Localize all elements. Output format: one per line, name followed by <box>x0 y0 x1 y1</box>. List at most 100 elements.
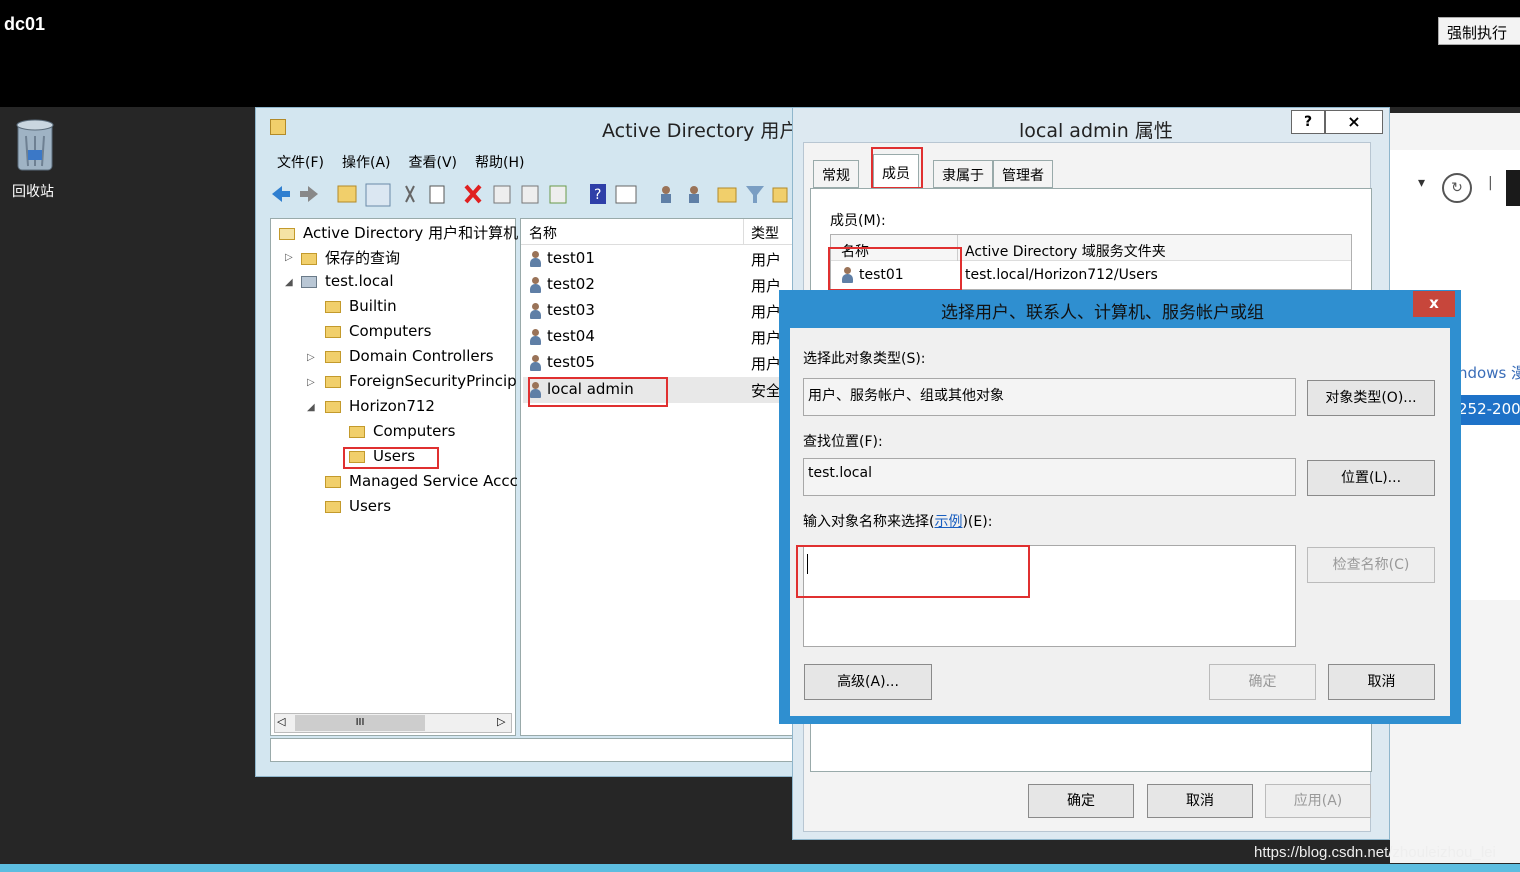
user-icon <box>529 302 541 319</box>
domain-icon <box>301 275 317 288</box>
select-ok-button[interactable]: 确定 <box>1209 664 1316 700</box>
select-dialog-close-button[interactable]: x <box>1413 291 1455 317</box>
user-icon <box>529 328 541 345</box>
highlight-users-folder <box>343 447 439 469</box>
forward-icon <box>300 186 318 202</box>
status-bar <box>270 738 801 762</box>
tree-managed-service[interactable]: Managed Service Accc <box>325 472 518 490</box>
advanced-button[interactable]: 高级(A)... <box>804 664 932 700</box>
tree-builtin[interactable]: Builtin <box>325 297 397 315</box>
tree-horizon712[interactable]: Horizon712 <box>325 397 435 415</box>
member-folder: test.local/Horizon712/Users <box>965 267 1158 283</box>
select-cancel-button[interactable]: 取消 <box>1328 664 1435 700</box>
toolbar: ? <box>268 178 793 210</box>
object-types-button[interactable]: 对象类型(O)... <box>1307 380 1435 416</box>
user-icon <box>529 276 541 293</box>
horizontal-scrollbar[interactable]: ◁ III ▷ <box>274 713 512 733</box>
object-type-label: 选择此对象类型(S): <box>803 351 926 367</box>
tree-users[interactable]: Users <box>325 497 391 515</box>
list-item[interactable]: test04 <box>529 327 595 345</box>
highlight-members-tab <box>871 147 923 189</box>
force-execute-button[interactable]: 强制执行 <box>1438 17 1520 45</box>
folder-icon <box>325 500 341 513</box>
collapse-arrow-icon[interactable]: ◢ <box>285 277 293 288</box>
recycle-bin-label: 回收站 <box>12 184 54 200</box>
select-dialog-title: 选择用户、联系人、计算机、服务帐户或组 <box>941 303 1264 323</box>
dark-edge <box>1506 170 1520 206</box>
expand-arrow-icon[interactable]: ▷ <box>307 352 315 363</box>
close-button[interactable]: × <box>1325 110 1383 134</box>
folder-icon <box>325 375 341 388</box>
highlight-member-test01 <box>828 247 962 291</box>
members-label: 成员(M): <box>830 213 886 229</box>
tab-member-of[interactable]: 隶属于 <box>933 160 993 188</box>
folder-icon <box>325 325 341 338</box>
list-item[interactable]: test01 <box>529 249 595 267</box>
list-item-type: 用户 <box>751 303 782 321</box>
members-col-folder[interactable]: Active Directory 域服务文件夹 <box>965 241 1166 261</box>
col-type-header[interactable]: 类型 <box>751 223 779 243</box>
tree-computers[interactable]: Computers <box>325 322 431 340</box>
col-name-header[interactable]: 名称 <box>529 223 557 243</box>
tree-horizon-computers[interactable]: Computers <box>349 422 455 440</box>
tree-saved-queries[interactable]: 保存的查询 <box>301 247 400 268</box>
menu-view[interactable]: 查看(V) <box>409 155 458 171</box>
expand-arrow-icon[interactable]: ▷ <box>285 252 293 263</box>
examples-link[interactable]: 示例 <box>934 514 962 530</box>
object-type-field: 用户、服务帐户、组或其他对象 <box>803 378 1296 416</box>
menu-file[interactable]: 文件(F) <box>277 155 324 171</box>
locations-button[interactable]: 位置(L)... <box>1307 460 1435 496</box>
dropdown-icon[interactable]: ▾ <box>1418 175 1425 191</box>
list-item[interactable]: test03 <box>529 301 595 319</box>
user-icon <box>529 250 541 267</box>
tab-general[interactable]: 常规 <box>813 160 859 188</box>
host-title: dc01 <box>4 14 46 34</box>
menu-action[interactable]: 操作(A) <box>342 155 391 171</box>
folder-icon <box>301 252 317 265</box>
location-field: test.local <box>803 458 1296 496</box>
tab-managed-by[interactable]: 管理者 <box>993 160 1053 188</box>
menu-bar: 文件(F) 操作(A) 查看(V) 帮助(H) <box>277 152 542 172</box>
properties-ok-button[interactable]: 确定 <box>1028 784 1134 818</box>
tree-foreign-security[interactable]: ForeignSecurityPrincip <box>325 372 517 390</box>
watermark: https://blog.csdn.net/zhouleizhou_lei <box>1254 844 1496 861</box>
highlight-local-admin <box>528 377 668 407</box>
list-header: 名称 类型 <box>521 219 802 245</box>
list-item-type: 用户 <box>751 329 782 347</box>
svg-text:?: ? <box>594 187 601 203</box>
separator: | <box>1488 175 1493 191</box>
folder-icon <box>325 350 341 363</box>
mmc-icon <box>279 227 295 240</box>
menu-help[interactable]: 帮助(H) <box>475 155 524 171</box>
list-item-type: 用户 <box>751 355 782 373</box>
enter-names-label: 输入对象名称来选择(示例)(E): <box>803 514 993 530</box>
scroll-left-icon[interactable]: ◁ <box>277 715 285 728</box>
scroll-right-icon[interactable]: ▷ <box>497 715 505 728</box>
check-names-button[interactable]: 检查名称(C) <box>1307 547 1435 583</box>
list-item[interactable]: test05 <box>529 353 595 371</box>
tree-domain[interactable]: test.local <box>301 272 394 290</box>
recycle-bin-icon[interactable] <box>12 116 58 180</box>
folder-icon <box>325 300 341 313</box>
folder-icon <box>325 400 341 413</box>
folder-icon <box>325 475 341 488</box>
location-label: 查找位置(F): <box>803 434 883 450</box>
user-icon <box>529 354 541 371</box>
properties-cancel-button[interactable]: 取消 <box>1147 784 1253 818</box>
list-item-type: 安全 <box>751 382 782 400</box>
properties-apply-button[interactable]: 应用(A) <box>1265 784 1371 818</box>
list-item-type: 用户 <box>751 277 782 295</box>
collapse-arrow-icon[interactable]: ◢ <box>307 402 315 413</box>
back-icon <box>272 186 290 202</box>
help-button[interactable]: ? <box>1291 110 1325 134</box>
scroll-thumb[interactable]: III <box>295 715 425 731</box>
list-item-type: 用户 <box>751 251 782 269</box>
list-item[interactable]: test02 <box>529 275 595 293</box>
expand-arrow-icon[interactable]: ▷ <box>307 377 315 388</box>
tree-pane: Active Directory 用户和计算机 ▷ 保存的查询 ◢ test.l… <box>270 218 518 736</box>
refresh-icon[interactable]: ↻ <box>1442 173 1472 203</box>
tree-domain-controllers[interactable]: Domain Controllers <box>325 347 494 365</box>
tree-root[interactable]: Active Directory 用户和计算机 <box>279 222 518 243</box>
taskbar <box>0 864 1520 872</box>
folder-icon <box>349 425 365 438</box>
